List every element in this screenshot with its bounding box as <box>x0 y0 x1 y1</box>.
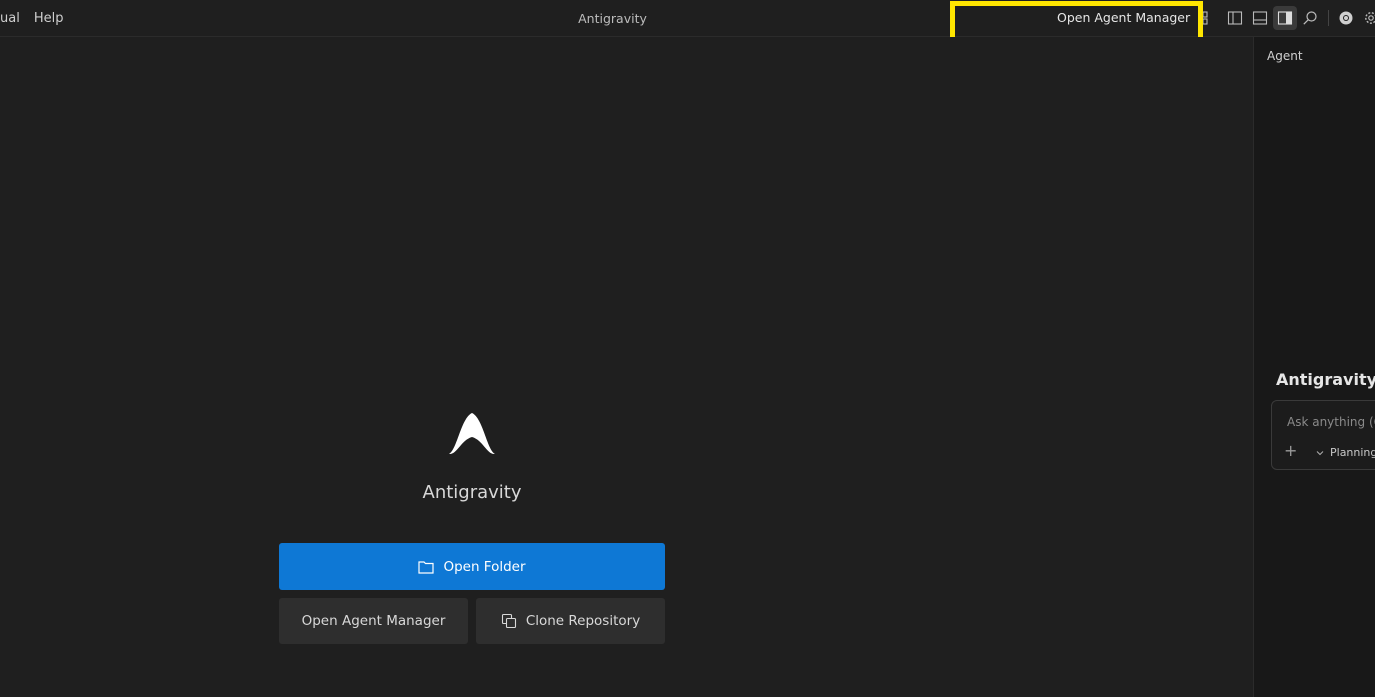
title-bar: ual Help Antigravity Open Agent Manager <box>0 0 1375 45</box>
mode-dropdown[interactable]: Planning <box>1315 446 1375 459</box>
chrome-icon[interactable] <box>1334 6 1358 30</box>
antigravity-logo-icon <box>449 413 495 455</box>
add-context-icon[interactable]: + <box>1284 443 1297 459</box>
titlebar-toolbar <box>1198 6 1375 30</box>
toggle-panel-icon[interactable] <box>1248 6 1272 30</box>
toolbar-separator <box>1328 10 1329 26</box>
open-folder-button[interactable]: Open Folder <box>279 543 665 590</box>
toggle-secondary-sidebar-icon[interactable] <box>1273 6 1297 30</box>
agent-tab[interactable]: Agent <box>1267 49 1303 63</box>
agent-chat-input[interactable]: Ask anything (Ct <box>1287 415 1375 429</box>
copy-icon <box>501 613 517 629</box>
agent-chat-box: Ask anything (Ct + Planning <box>1271 400 1375 470</box>
search-icon[interactable] <box>1298 6 1322 30</box>
chevron-down-icon <box>1315 448 1325 458</box>
layout-grid-icon[interactable] <box>1198 6 1222 30</box>
clone-repository-label: Clone Repository <box>525 613 641 629</box>
agent-panel-title: Antigravity <box>1276 370 1375 389</box>
welcome-brand-title: Antigravity <box>422 482 522 503</box>
open-agent-manager-button[interactable]: Open Agent Manager <box>279 598 468 644</box>
open-agent-manager-link[interactable]: Open Agent Manager <box>1057 10 1190 25</box>
toggle-primary-sidebar-icon[interactable] <box>1223 6 1247 30</box>
open-agent-manager-label: Open Agent Manager <box>301 613 446 629</box>
window-title: Antigravity <box>578 11 647 26</box>
agent-side-panel: Agent Antigravity Ask anything (Ct + Pla… <box>1253 37 1375 697</box>
open-folder-label: Open Folder <box>443 558 526 575</box>
mode-label: Planning <box>1330 446 1375 459</box>
settings-gear-icon[interactable] <box>1359 6 1375 30</box>
clone-repository-button[interactable]: Clone Repository <box>476 598 665 644</box>
folder-icon <box>418 560 435 574</box>
